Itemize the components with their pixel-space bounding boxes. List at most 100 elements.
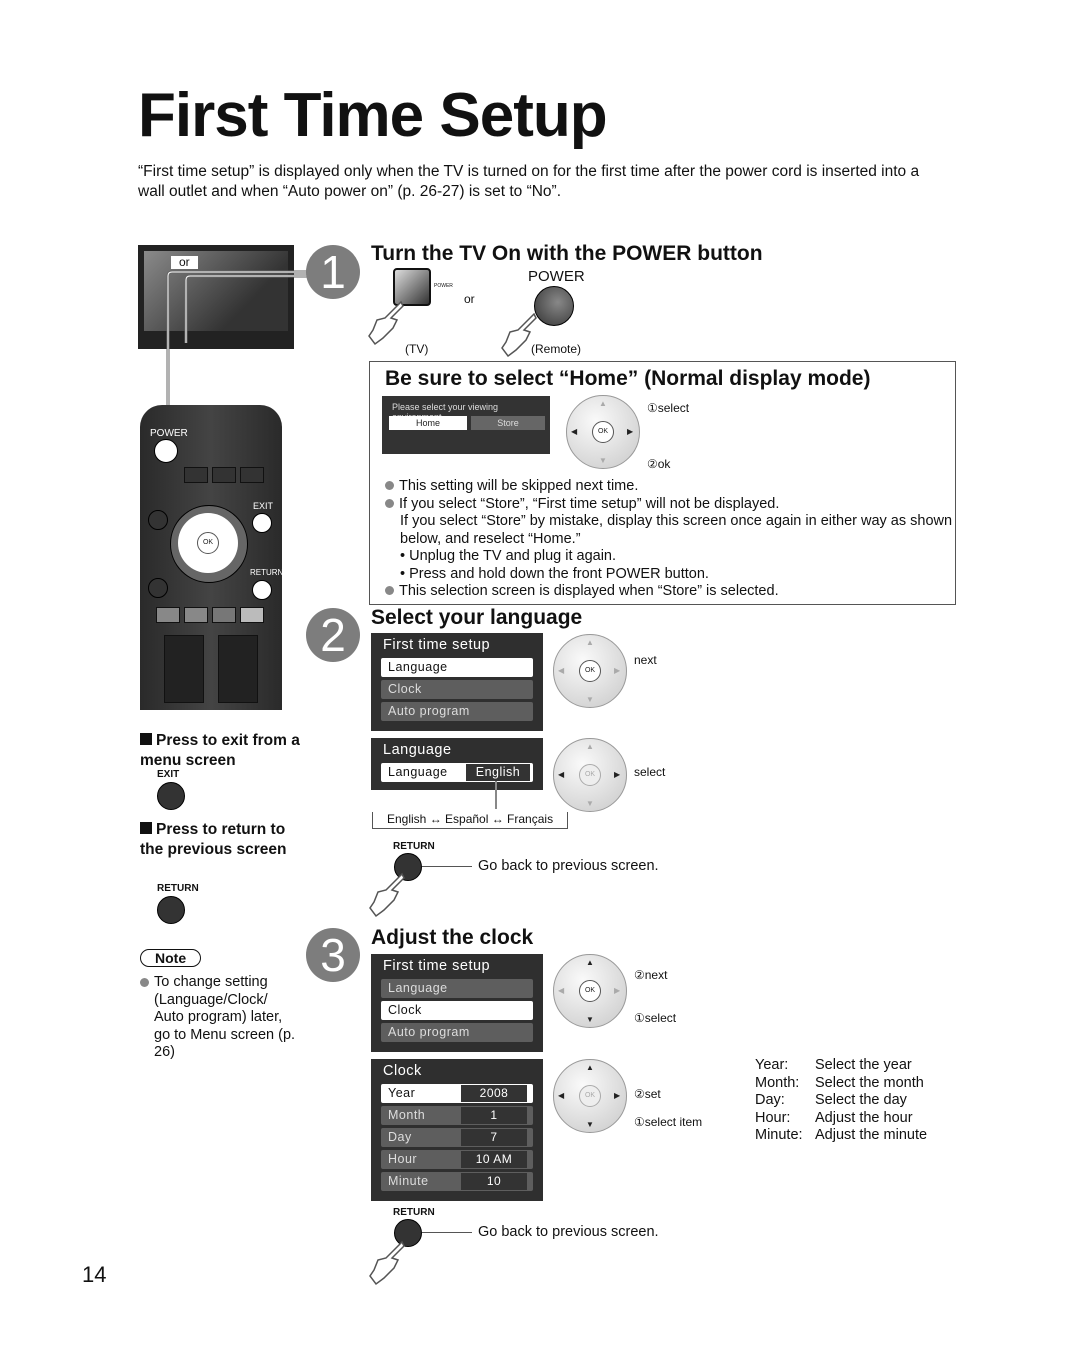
return-caption: Go back to previous screen.: [478, 858, 659, 874]
legend-item: Hour: Adjust the hour: [755, 1110, 927, 1128]
clock-row-label: Hour: [388, 1152, 418, 1166]
clock-row-value[interactable]: 10 AM: [461, 1151, 527, 1168]
legend-desc: Select the day: [815, 1092, 907, 1108]
callout-set: ②set: [634, 1087, 661, 1101]
menu-title: First time setup: [383, 958, 491, 974]
step-3-heading: Adjust the clock: [371, 926, 534, 949]
exit-label: EXIT: [157, 769, 180, 780]
page-number: 14: [82, 1262, 107, 1287]
page-title: First Time Setup: [138, 81, 608, 150]
language-row[interactable]: Language English: [381, 763, 533, 782]
menu-title: First time setup: [383, 637, 491, 653]
arrow-up-icon: ▲: [599, 399, 607, 408]
hand-pointer-icon: [368, 300, 404, 346]
legend-item: Minute: Adjust the minute: [755, 1127, 927, 1145]
store-option[interactable]: Store: [471, 416, 545, 430]
arrow-down-icon: ▼: [586, 799, 594, 808]
menu-item-clock[interactable]: Clock: [381, 1001, 533, 1020]
remote-power-button[interactable]: [154, 439, 178, 463]
return-caption: Go back to previous screen.: [478, 1224, 659, 1240]
menu-item-language[interactable]: Language: [381, 658, 533, 677]
return-button[interactable]: [157, 896, 185, 924]
clock-legend: Year: Select the year Month: Select the mon…: [755, 1057, 927, 1145]
arrow-left-icon: ◀: [571, 427, 578, 436]
dpad-illustration: OK ▲ ▼ ◀ ▶: [566, 395, 640, 469]
clock-row-day[interactable]: Day 7: [381, 1128, 533, 1147]
clock-row-value[interactable]: 10: [461, 1173, 527, 1190]
legend-item: Year: Select the year: [755, 1057, 927, 1075]
menu-item-auto-program[interactable]: Auto program: [381, 702, 533, 721]
clock-row-label: Minute: [388, 1174, 429, 1188]
clock-rows: Year 2008 Month 1 Day 7 Hour 10 AM Minute 10: [371, 1084, 543, 1191]
remote-color-button: [240, 607, 264, 623]
remote-button: [148, 578, 168, 598]
arrow-up-icon: ▲: [586, 1063, 594, 1072]
ok-button-icon: OK: [579, 764, 601, 786]
legend-item: Day: Select the day: [755, 1092, 927, 1110]
language-panel-title: Language: [383, 742, 452, 758]
return-label: RETURN: [393, 841, 435, 852]
arrow-left-icon: ◀: [558, 666, 565, 675]
clock-row-hour[interactable]: Hour 10 AM: [381, 1150, 533, 1169]
remote-return-button[interactable]: [252, 580, 272, 600]
step-2-heading: Select your language: [371, 606, 583, 629]
ok-button-icon: OK: [592, 421, 614, 443]
remote-power-label: POWER: [150, 428, 188, 439]
arrow-left-icon: ◀: [558, 1091, 565, 1100]
clock-row-value[interactable]: 2008: [461, 1085, 527, 1102]
clock-panel-title: Clock: [383, 1063, 422, 1079]
arrow-right-icon: ▶: [614, 666, 621, 675]
remote-dpad[interactable]: OK: [178, 513, 238, 573]
language-cycle: English ↔ Español ↔ Français: [372, 812, 569, 829]
home-option[interactable]: Home: [389, 416, 467, 430]
ok-button-icon: OK: [579, 660, 601, 682]
first-time-setup-menu: First time setup Language Clock Auto pro…: [371, 633, 543, 731]
store-mistake-note: If you select “Store” by mistake, displa…: [400, 513, 953, 547]
connector-line: [422, 866, 472, 867]
arrow-right-icon: ▶: [614, 770, 621, 779]
sub-bullet: • Unplug the TV and plug it again.: [400, 548, 617, 564]
remote-button: [184, 467, 208, 483]
clock-row-minute[interactable]: Minute 10: [381, 1172, 533, 1191]
arrow-down-icon: ▼: [586, 1015, 594, 1024]
remote-ok-button[interactable]: OK: [197, 532, 219, 554]
menu-item-clock[interactable]: Clock: [381, 680, 533, 699]
callout-next: ②next: [634, 968, 668, 982]
viewing-environment-screen: Please select your viewing environment. …: [382, 396, 550, 454]
remote-button: [240, 467, 264, 483]
remote-button: [148, 510, 168, 530]
connector-line: [495, 781, 497, 809]
clock-row-month[interactable]: Month 1: [381, 1106, 533, 1125]
note-bullet: This setting will be skipped next time.: [385, 478, 955, 496]
remote-caption: (Remote): [531, 342, 582, 356]
square-bullet-icon: [140, 822, 152, 834]
remote-button: [212, 467, 236, 483]
menu-item-language[interactable]: Language: [381, 979, 533, 998]
callout-ok: ②ok: [647, 457, 671, 471]
callout-select: ①select: [647, 401, 690, 415]
ok-button-icon: OK: [579, 1085, 601, 1107]
sub-bullet: • Press and hold down the front POWER bu…: [400, 565, 709, 582]
clock-row-label: Month: [388, 1108, 426, 1122]
language-value[interactable]: English: [466, 764, 530, 781]
legend-key: Day:: [755, 1092, 785, 1108]
arrow-right-icon: ▶: [614, 1091, 621, 1100]
hand-pointer-icon: [369, 872, 405, 918]
legend-key: Hour:: [755, 1109, 791, 1126]
arrow-left-icon: ◀: [558, 770, 565, 779]
remote-power-button[interactable]: [534, 286, 574, 326]
home-mode-notes: This setting will be skipped next time. …: [385, 478, 955, 601]
return-label: RETURN: [393, 1207, 435, 1218]
remote-exit-button[interactable]: [252, 513, 272, 533]
exit-button[interactable]: [157, 782, 185, 810]
tv-power-small-label: POWER: [434, 283, 453, 289]
intro-text: “First time setup” is displayed only whe…: [138, 163, 920, 200]
legend-item: Month: Select the month: [755, 1075, 927, 1093]
clock-row-value[interactable]: 1: [461, 1107, 527, 1124]
clock-row-value[interactable]: 7: [461, 1129, 527, 1146]
clock-row-year[interactable]: Year 2008: [381, 1084, 533, 1103]
callout-next: next: [634, 653, 657, 667]
menu-item-auto-program[interactable]: Auto program: [381, 1023, 533, 1042]
legend-desc: Adjust the minute: [815, 1127, 928, 1143]
remote-control: POWER EXIT RETURN OK: [140, 405, 283, 710]
